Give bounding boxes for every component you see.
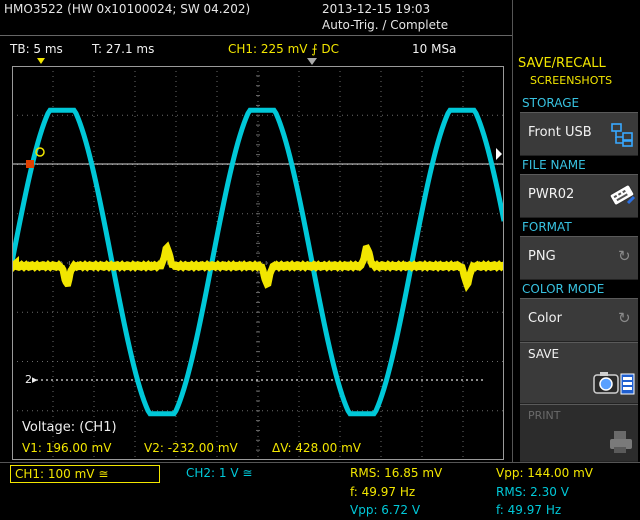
trigger-time-label[interactable]: T: 27.1 ms bbox=[92, 42, 154, 56]
datetime: 2013-12-15 19:03 bbox=[322, 2, 431, 16]
cursor-dv: ΔV: 428.00 mV bbox=[272, 441, 361, 455]
header-divider bbox=[0, 35, 512, 36]
meas-rms-ch2: RMS: 2.30 V bbox=[496, 485, 569, 499]
ch2-scale-button[interactable]: CH2: 1 V ≅ bbox=[186, 466, 252, 480]
device-info: HMO3522 (HW 0x10100024; SW 04.202) bbox=[4, 2, 251, 16]
meas-freq-ch2: f: 49.97 Hz bbox=[496, 503, 562, 517]
format-value: PNG bbox=[528, 249, 556, 264]
rotate-knob-icon: ↻ bbox=[618, 309, 631, 327]
meas-vpp-ch1: Vpp: 144.00 mV bbox=[496, 466, 594, 480]
menu-subtitle: SCREENSHOTS bbox=[530, 74, 613, 87]
samplerate-label: 10 MSa bbox=[412, 42, 457, 56]
storage-value: Front USB bbox=[528, 125, 592, 140]
meas-rms-ch1: RMS: 16.85 mV bbox=[350, 466, 443, 480]
save-label: SAVE bbox=[528, 347, 560, 361]
filename-heading: FILE NAME bbox=[522, 158, 586, 172]
filename-value: PWR02 bbox=[528, 187, 575, 202]
meas-vpp-ch2: Vpp: 6.72 V bbox=[350, 503, 421, 517]
colormode-heading: COLOR MODE bbox=[522, 282, 605, 296]
ch2-marker-label[interactable]: 2▸ bbox=[25, 373, 38, 386]
bottom-divider bbox=[0, 462, 640, 463]
camera-save-icon bbox=[593, 372, 635, 395]
acq-status: Auto-Trig. / Complete bbox=[322, 18, 449, 32]
colormode-value: Color bbox=[528, 311, 562, 326]
storage-heading: STORAGE bbox=[522, 96, 580, 110]
menu-divider bbox=[512, 0, 513, 462]
format-heading: FORMAT bbox=[522, 220, 572, 234]
timebase-label[interactable]: TB: 5 ms bbox=[10, 42, 63, 56]
timebase-center-marker bbox=[307, 58, 317, 65]
storage-button[interactable]: Front USB bbox=[520, 112, 638, 156]
screen-border bbox=[12, 66, 504, 460]
ch1-scale-button[interactable]: CH1: 100 mV ≅ bbox=[10, 465, 160, 483]
ch1-trigger-label[interactable]: CH1: 225 mV ⨍ DC bbox=[228, 42, 339, 56]
save-button[interactable]: SAVE bbox=[520, 342, 638, 404]
menu-title: SAVE/RECALL bbox=[518, 56, 606, 71]
usb-folder-icon bbox=[611, 123, 633, 147]
rotate-knob-icon: ↻ bbox=[618, 247, 631, 265]
keyboard-edit-icon bbox=[609, 184, 636, 206]
cursor-v2: V2: -232.00 mV bbox=[144, 441, 238, 455]
meas-freq-ch1: f: 49.97 Hz bbox=[350, 485, 416, 499]
format-button[interactable]: PNG ↻ bbox=[520, 236, 638, 280]
cursor-title: Voltage: (CH1) bbox=[22, 420, 117, 435]
colormode-button[interactable]: Color ↻ bbox=[520, 298, 638, 342]
printer-icon bbox=[610, 431, 632, 453]
trigger-position-marker[interactable] bbox=[37, 58, 45, 64]
cursor-v1: V1: 196.00 mV bbox=[22, 441, 112, 455]
filename-button[interactable]: PWR02 bbox=[520, 174, 638, 218]
print-button[interactable]: PRINT bbox=[520, 404, 638, 462]
ch2-marker-arrow: ▸ bbox=[32, 373, 38, 386]
print-label: PRINT bbox=[528, 409, 561, 422]
